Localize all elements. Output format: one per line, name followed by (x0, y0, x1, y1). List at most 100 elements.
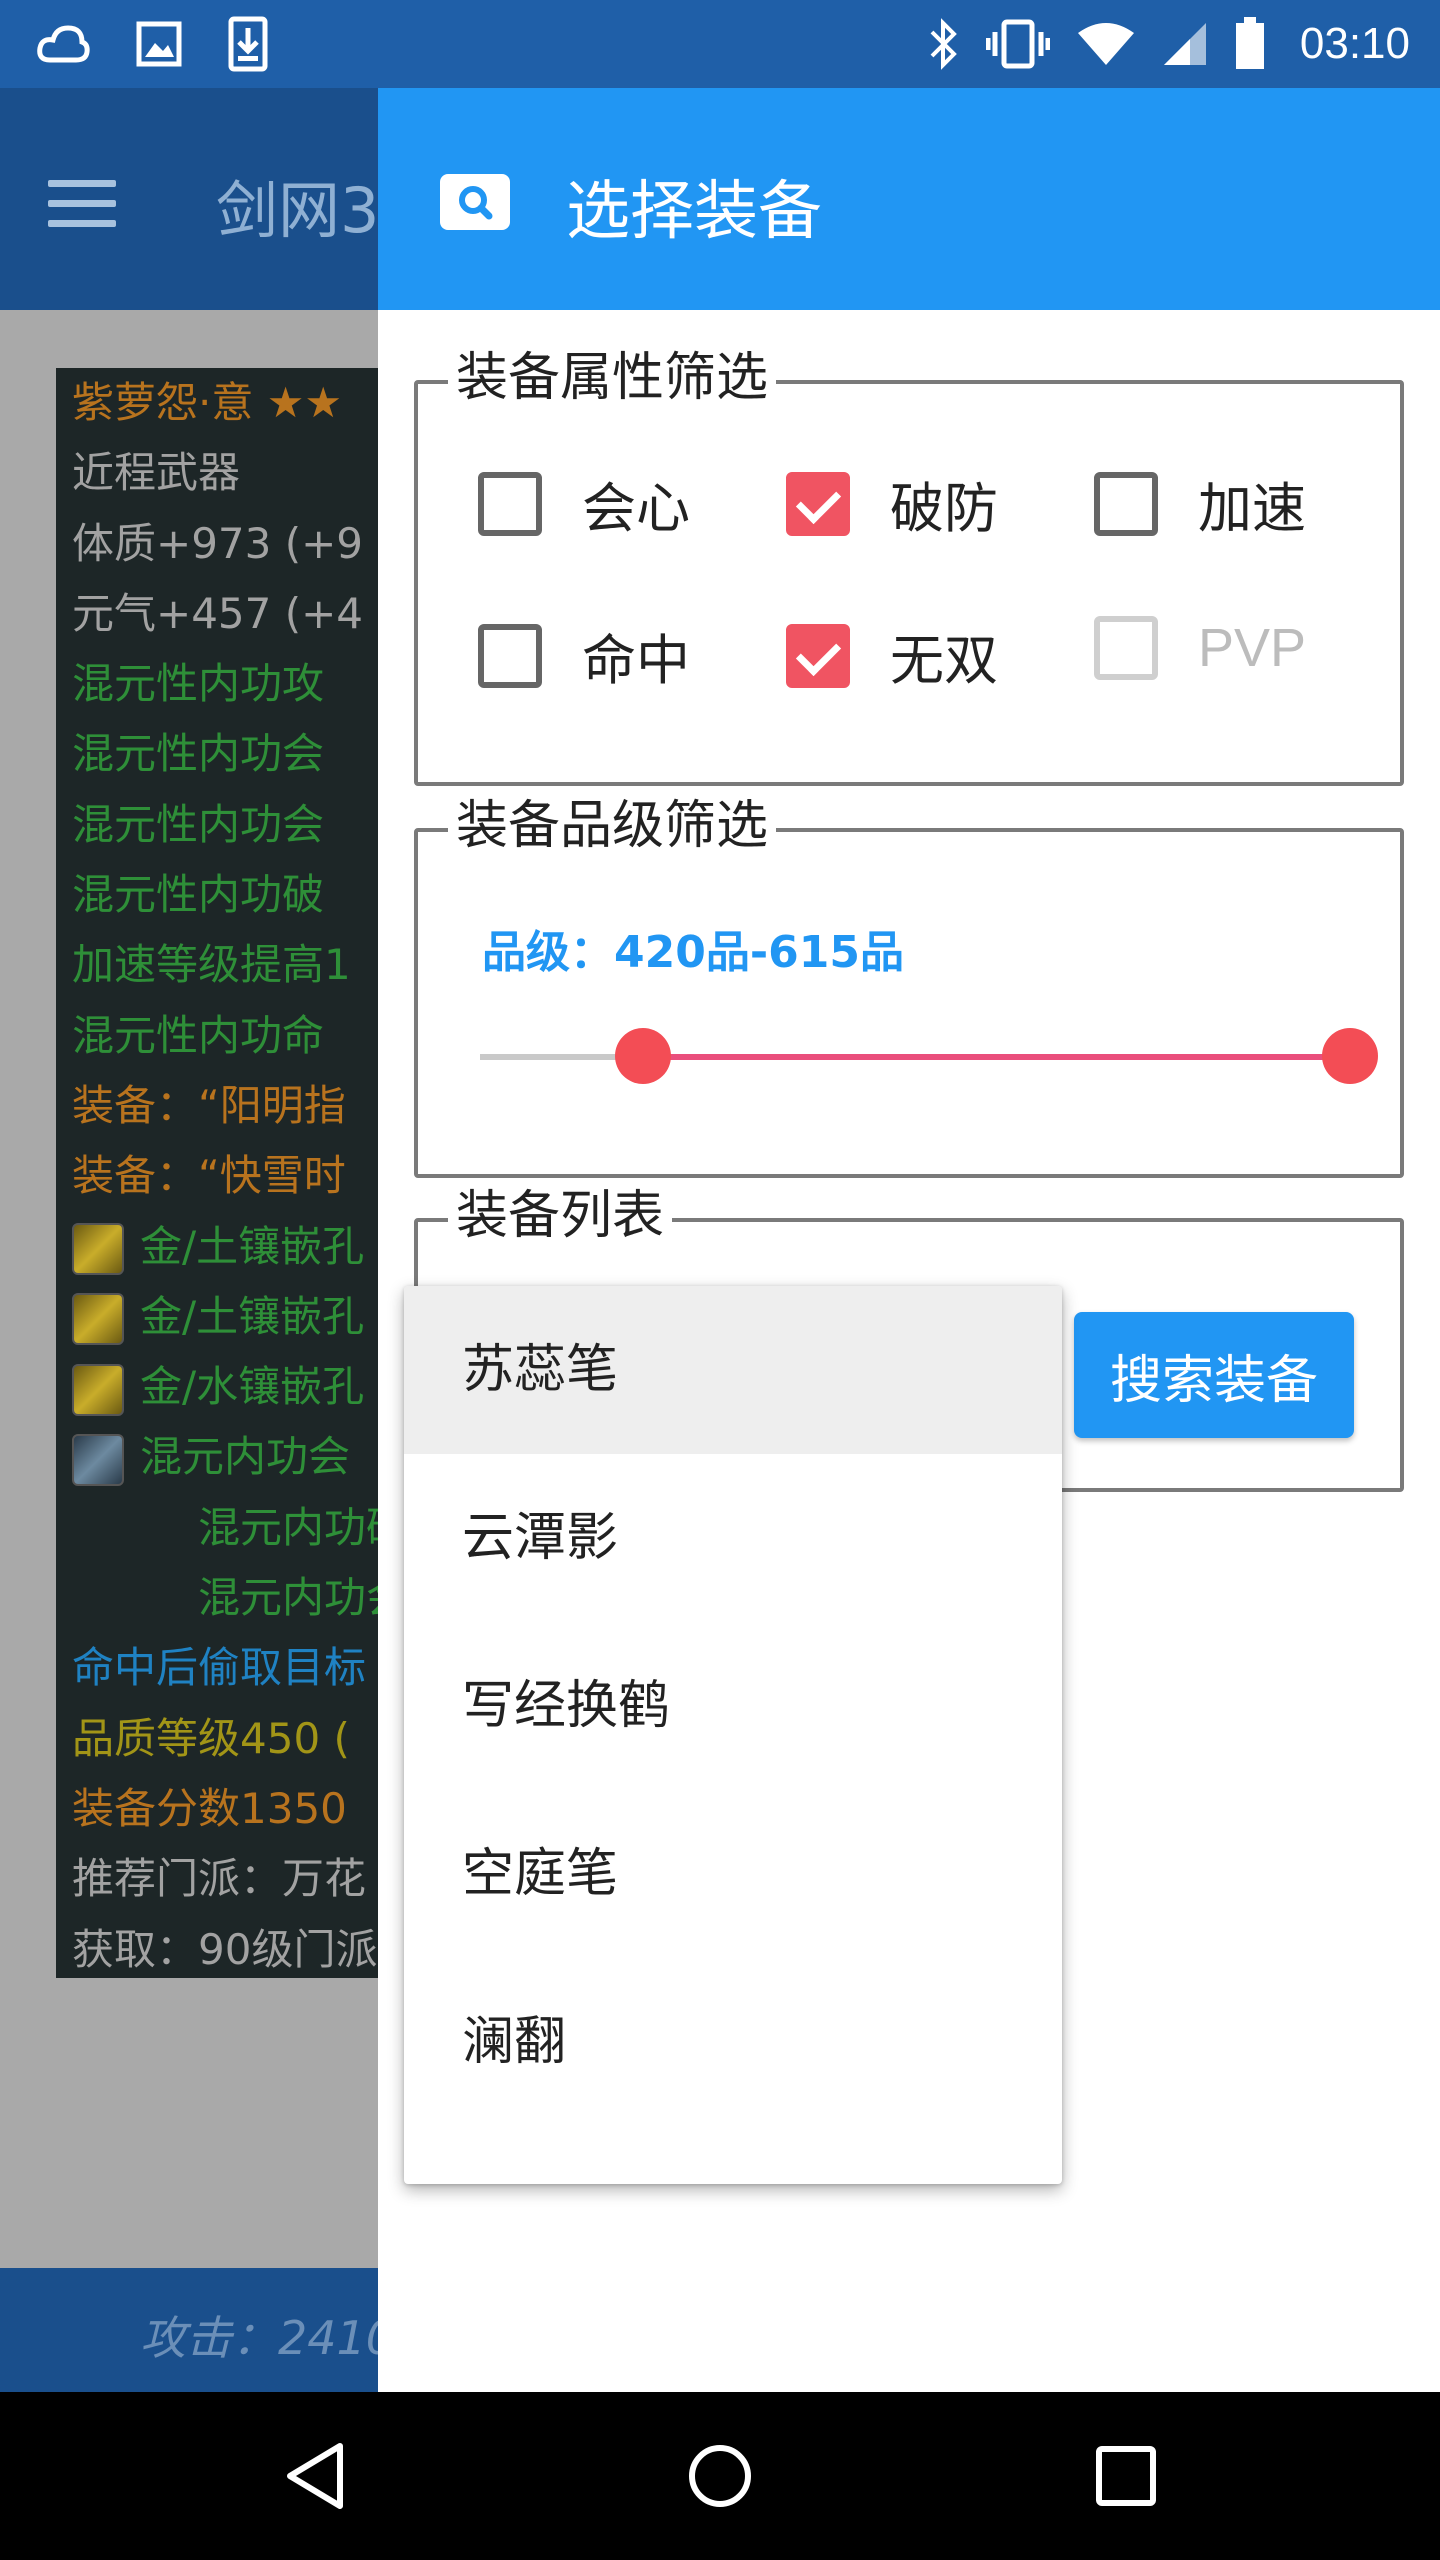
attribute-checkbox-1[interactable]: 破防 (786, 464, 998, 543)
tooltip-line: 混元性内功会 (56, 790, 396, 860)
blue-gem-icon (72, 1433, 124, 1486)
download-icon (228, 16, 268, 72)
attribute-checkbox-3[interactable]: 命中 (478, 616, 690, 695)
tooltip-line-text: 金/水镶嵌孔 (140, 1362, 365, 1412)
tooltip-line-text: 金/土镶嵌孔 (140, 1221, 365, 1271)
menu-icon[interactable] (48, 180, 116, 228)
equipment-tooltip: 紫萝怨·意 ★★ 近程武器 体质+973 (+9 元气+457 (+4 混元性内功攻 混元… (56, 368, 396, 1978)
checkbox-empty-icon[interactable] (478, 623, 542, 688)
checkbox-label: 加速 (1198, 477, 1306, 540)
slider-thumb-low[interactable] (614, 1028, 671, 1084)
drawer-header: 选择装备 (378, 88, 1440, 310)
quality-range-slider[interactable] (480, 1028, 1378, 1084)
attribute-filter-group: 装备属性筛选 会心 破防 加速命中 无双 PVP (414, 342, 1404, 786)
tooltip-line-text: 混元内功会 (198, 1573, 396, 1623)
back-icon[interactable] (282, 2440, 348, 2512)
tooltip-line-text: 混元性内功命 (72, 1010, 325, 1060)
background-app-title: 剑网3 (216, 174, 380, 247)
tooltip-line: 命中后偷取目标 (56, 1633, 396, 1703)
attribute-filter-legend: 装备属性筛选 (448, 342, 777, 414)
attribute-checkbox-2[interactable]: 加速 (1094, 464, 1306, 543)
battery-icon (1235, 17, 1264, 69)
checkbox-empty-icon[interactable] (1094, 471, 1158, 536)
tooltip-line-text: 混元性内功破 (72, 870, 325, 920)
recents-icon[interactable] (1094, 2444, 1158, 2508)
tooltip-line: 混元内功会 (56, 1563, 396, 1633)
dropdown-option[interactable]: 澜翻 (404, 1958, 1062, 2126)
checkbox-label: 命中 (582, 629, 690, 692)
signal-icon (1163, 23, 1206, 65)
tooltip-line: 金/土镶嵌孔 (56, 1212, 396, 1282)
tooltip-line: 金/土镶嵌孔 (56, 1282, 396, 1352)
quality-filter-legend: 装备品级筛选 (448, 790, 777, 862)
tooltip-line: 装备：“阳明指 (56, 1071, 396, 1141)
attribute-checkbox-4[interactable]: 无双 (786, 616, 998, 695)
tooltip-line: 混元内功破 (56, 1493, 396, 1563)
tooltip-line-text: 体质+973 (+9 (72, 518, 364, 568)
attribute-checkbox-0[interactable]: 会心 (478, 464, 690, 543)
gold-gem-icon (72, 1293, 124, 1346)
equipment-dropdown: 苏蕊笔 云潭影 写经换鹤 空庭笔 澜翻 (404, 1286, 1062, 2184)
tooltip-line: 紫萝怨·意 ★★ (56, 368, 396, 438)
status-time: 03:10 (1299, 19, 1410, 68)
tooltip-line: 金/水镶嵌孔 (56, 1352, 396, 1422)
background-bottom-bar: 攻击：2410 (0, 2268, 400, 2392)
quality-filter-group: 装备品级筛选 品级：420品-615品 (414, 790, 1404, 1178)
navigation-bar (0, 2392, 1440, 2560)
tooltip-line-text: 混元性内功会 (72, 799, 325, 849)
home-icon[interactable] (686, 2442, 754, 2510)
tooltip-line: 混元内功会 (56, 1422, 396, 1492)
tooltip-line: 加速等级提高1 (56, 930, 396, 1000)
tooltip-line: 混元性内功破 (56, 860, 396, 930)
equipment-select-drawer: 选择装备 装备属性筛选 会心 破防 加速命中 无双 PVP 装备品级筛选 品级：420品… (378, 88, 1440, 2392)
checkbox-empty-icon (1094, 616, 1158, 680)
vibrate-icon (985, 19, 1050, 69)
dropdown-option[interactable]: 空庭笔 (404, 1790, 1062, 1958)
tooltip-line: 推荐门派：万花 (56, 1844, 396, 1914)
tooltip-line: 元气+457 (+4 (56, 579, 396, 649)
checkbox-checked-icon[interactable] (786, 623, 850, 688)
tooltip-line-text: 混元性内功攻 (72, 659, 325, 709)
tooltip-line-text: 装备分数1350 (72, 1783, 347, 1833)
tooltip-line-text: 混元内功破 (198, 1502, 396, 1552)
tooltip-line-text: 推荐门派：万花 (72, 1854, 367, 1904)
tooltip-line: 获取：90级门派 (56, 1915, 396, 1978)
tooltip-line: 装备分数1350 (56, 1774, 396, 1844)
checkbox-label: 无双 (890, 629, 998, 692)
dropdown-option[interactable]: 云潭影 (404, 1454, 1062, 1622)
tooltip-line-text: 装备：“阳明指 (72, 1080, 346, 1130)
tooltip-line: 混元性内功会 (56, 719, 396, 789)
tooltip-line-text: 近程武器 (72, 448, 241, 498)
slider-fill (642, 1054, 1350, 1060)
checkbox-label: PVP (1198, 618, 1307, 678)
slider-thumb-high[interactable] (1322, 1028, 1378, 1084)
tooltip-line-text: 紫萝怨·意 ★★ (72, 378, 343, 427)
tooltip-line: 品质等级450 ( (56, 1704, 396, 1774)
cloud-icon (37, 25, 90, 63)
tooltip-line-text: 元气+457 (+4 (72, 588, 364, 638)
drawer-title: 选择装备 (566, 175, 822, 249)
tooltip-line-text: 命中后偷取目标 (72, 1643, 367, 1693)
tooltip-line-text: 混元性内功会 (72, 729, 325, 779)
tooltip-line: 混元性内功攻 (56, 649, 396, 719)
dropdown-option[interactable]: 苏蕊笔 (404, 1286, 1062, 1454)
dropdown-option[interactable]: 写经换鹤 (404, 1622, 1062, 1790)
search-icon (440, 174, 510, 230)
tooltip-line-text: 金/土镶嵌孔 (140, 1291, 365, 1341)
tooltip-line-text: 装备：“快雪时 (72, 1151, 346, 1201)
gold-gem-icon (72, 1363, 124, 1416)
wifi-icon (1077, 23, 1134, 65)
attack-summary: 攻击：2410 (140, 2311, 396, 2365)
status-bar: 03:10 (0, 0, 1440, 88)
tooltip-line-text: 品质等级450 ( (72, 1713, 350, 1763)
tooltip-line: 体质+973 (+9 (56, 509, 396, 579)
image-icon (136, 21, 182, 67)
equipment-list-legend: 装备列表 (448, 1180, 673, 1252)
checkbox-checked-icon[interactable] (786, 471, 850, 536)
tooltip-line-text: 混元内功会 (140, 1432, 351, 1482)
checkbox-label: 破防 (890, 477, 998, 540)
checkbox-label: 会心 (582, 477, 690, 540)
bluetooth-icon (930, 18, 957, 70)
checkbox-empty-icon[interactable] (478, 471, 542, 536)
search-equipment-button[interactable]: 搜索装备 (1074, 1312, 1354, 1438)
